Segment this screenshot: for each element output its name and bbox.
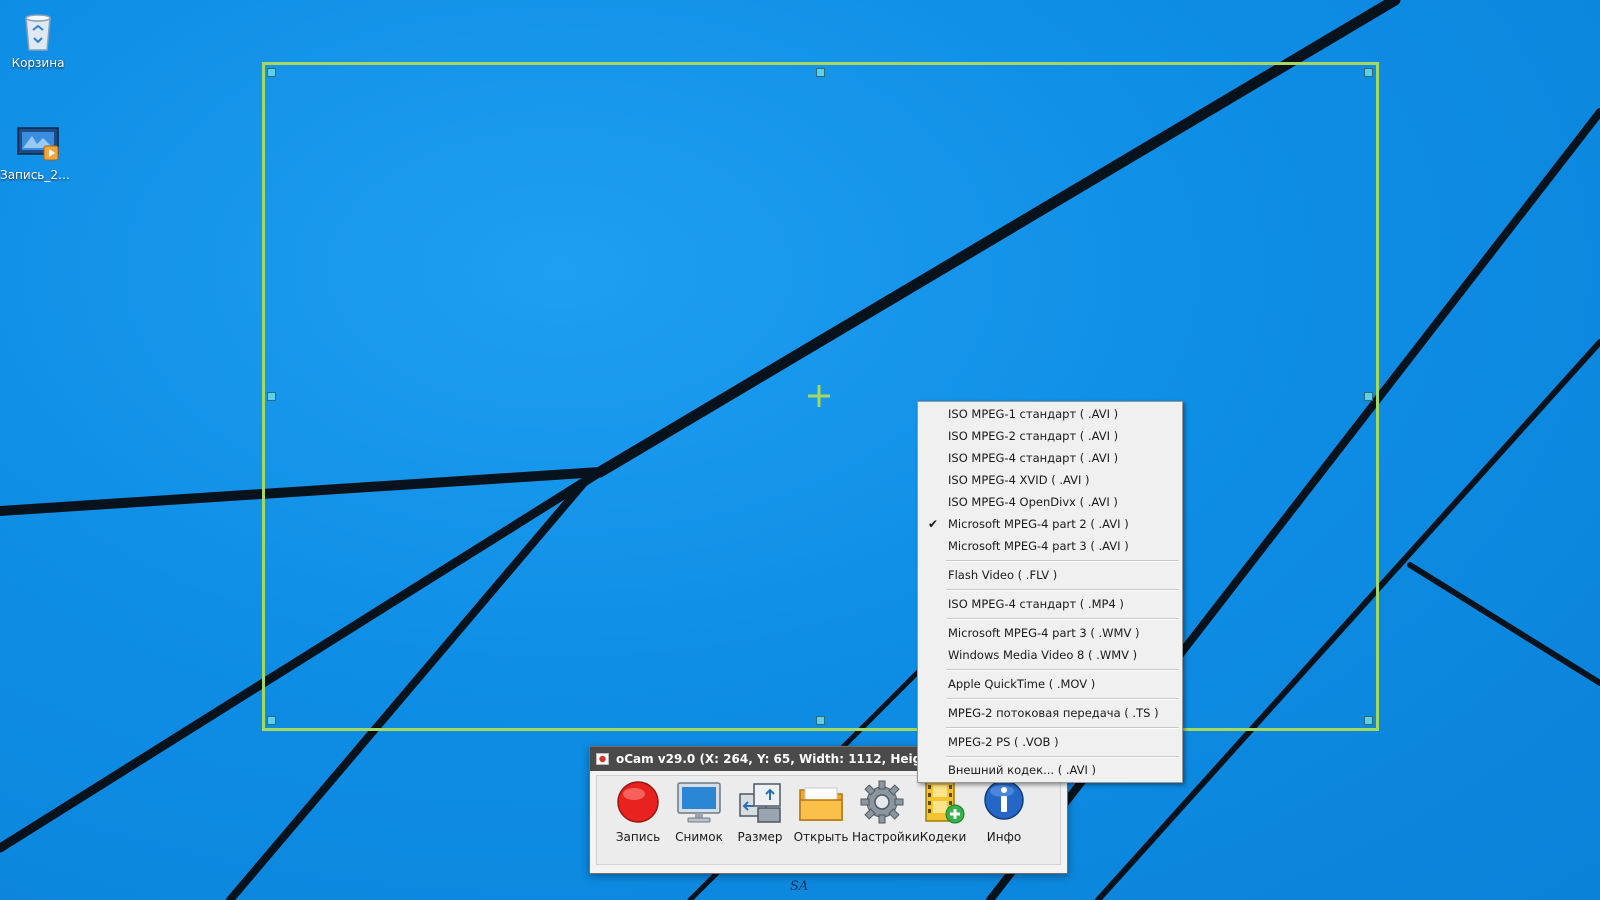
open-button[interactable]: Открыть [791, 778, 851, 862]
menu-item-label: Внешний кодек... ( .AVI ) [948, 763, 1097, 777]
menu-item-ms-mpeg4-part2-avi[interactable]: ✔ Microsoft MPEG-4 part 2 ( .AVI ) [920, 513, 1180, 535]
resize-handle-bottom-right[interactable] [1364, 716, 1373, 725]
menu-item-iso-mpeg4-opendivx-avi[interactable]: ISO MPEG-4 OpenDivx ( .AVI ) [920, 491, 1180, 513]
screenshot-monitor-icon [677, 782, 721, 823]
resize-button[interactable]: Размер [730, 778, 790, 862]
resize-handle-top-right[interactable] [1364, 68, 1373, 77]
menu-item-iso-mpeg1-avi[interactable]: ISO MPEG-1 стандарт ( .AVI ) [920, 403, 1180, 425]
info-button[interactable]: Инфо [974, 778, 1034, 862]
desktop-icon-recycle-bin[interactable]: Корзина [0, 6, 76, 70]
menu-item-label: ISO MPEG-4 XVID ( .AVI ) [948, 473, 1090, 487]
menu-separator [946, 756, 1179, 758]
ocam-app-icon [596, 753, 609, 765]
menu-item-label: ISO MPEG-4 OpenDivx ( .AVI ) [948, 495, 1118, 509]
gear-icon [860, 780, 904, 824]
desktop: Корзина Запись_20... oCam v29.0 (X: 264,… [0, 0, 1600, 900]
record-button-label: Запись [615, 830, 661, 844]
menu-item-label: ISO MPEG-2 стандарт ( .AVI ) [948, 429, 1119, 443]
resize-handle-top[interactable] [816, 68, 825, 77]
resize-handle-bottom[interactable] [816, 716, 825, 725]
menu-separator [946, 727, 1179, 729]
codecs-film-icon [925, 780, 965, 824]
record-button[interactable]: Запись [608, 778, 668, 862]
info-button-label: Инфо [986, 830, 1022, 844]
menu-item-apple-quicktime-mov[interactable]: Apple QuickTime ( .MOV ) [920, 673, 1180, 695]
menu-item-label: Windows Media Video 8 ( .WMV ) [948, 648, 1138, 662]
checkmark-icon: ✔ [928, 517, 939, 531]
settings-button[interactable]: Настройки [852, 778, 920, 862]
menu-separator [946, 589, 1179, 591]
menu-item-label: Microsoft MPEG-4 part 3 ( .AVI ) [948, 539, 1129, 553]
open-button-label: Открыть [793, 830, 849, 844]
video-file-icon [17, 127, 59, 161]
menu-item-ms-mpeg4-part3-wmv[interactable]: Microsoft MPEG-4 part 3 ( .WMV ) [920, 622, 1180, 644]
menu-item-ms-mpeg4-part3-avi[interactable]: Microsoft MPEG-4 part 3 ( .AVI ) [920, 535, 1180, 557]
resize-handle-right[interactable] [1364, 392, 1373, 401]
codecs-button-label: Кодеки [919, 830, 967, 844]
resize-handle-bottom-left[interactable] [267, 716, 276, 725]
ocam-toolbar: Запись Снимок Размер Открыть Настройки К… [596, 775, 1061, 865]
recycle-bin-icon [25, 14, 51, 51]
menu-item-mpeg2-ts[interactable]: MPEG-2 потоковая передача ( .TS ) [920, 702, 1180, 724]
folder-icon [799, 787, 843, 821]
menu-item-label: Microsoft MPEG-4 part 2 ( .AVI ) [948, 517, 1129, 531]
menu-item-flash-video-flv[interactable]: Flash Video ( .FLV ) [920, 564, 1180, 586]
menu-separator [946, 669, 1179, 671]
menu-separator [946, 698, 1179, 700]
menu-item-label: MPEG-2 PS ( .VOB ) [948, 735, 1059, 749]
menu-item-label: ISO MPEG-1 стандарт ( .AVI ) [948, 407, 1119, 421]
menu-item-iso-mpeg4-xvid-avi[interactable]: ISO MPEG-4 XVID ( .AVI ) [920, 469, 1180, 491]
menu-item-iso-mpeg2-avi[interactable]: ISO MPEG-2 стандарт ( .AVI ) [920, 425, 1180, 447]
codecs-button[interactable]: Кодеки [913, 778, 973, 862]
menu-item-label: MPEG-2 потоковая передача ( .TS ) [948, 706, 1159, 720]
desktop-icon-recording-file[interactable]: Запись_20... [0, 118, 76, 182]
recording-format-menu: ISO MPEG-1 стандарт ( .AVI ) ISO MPEG-2 … [917, 401, 1183, 783]
move-crosshair-icon[interactable] [806, 383, 832, 409]
watermark-text: SA [790, 879, 809, 894]
record-icon [617, 781, 659, 823]
menu-separator [946, 618, 1179, 620]
menu-item-label: ISO MPEG-4 стандарт ( .AVI ) [948, 451, 1119, 465]
resize-icon [739, 783, 781, 823]
screenshot-button[interactable]: Снимок [669, 778, 729, 862]
menu-item-label: Flash Video ( .FLV ) [948, 568, 1058, 582]
menu-item-iso-mpeg4-mp4[interactable]: ISO MPEG-4 стандарт ( .MP4 ) [920, 593, 1180, 615]
menu-separator [946, 560, 1179, 562]
screenshot-button-label: Снимок [675, 830, 723, 844]
resize-button-label: Размер [737, 830, 783, 844]
menu-item-label: Microsoft MPEG-4 part 3 ( .WMV ) [948, 626, 1140, 640]
desktop-icon-label: Корзина [11, 56, 65, 70]
resize-handle-top-left[interactable] [267, 68, 276, 77]
resize-handle-left[interactable] [267, 392, 276, 401]
menu-item-label: Apple QuickTime ( .MOV ) [948, 677, 1096, 691]
menu-item-iso-mpeg4-avi[interactable]: ISO MPEG-4 стандарт ( .AVI ) [920, 447, 1180, 469]
info-icon [984, 780, 1024, 820]
menu-item-mpeg2-ps-vob[interactable]: MPEG-2 PS ( .VOB ) [920, 731, 1180, 753]
menu-item-label: ISO MPEG-4 стандарт ( .MP4 ) [948, 597, 1124, 611]
settings-button-label: Настройки [852, 830, 920, 844]
menu-item-windows-media-video8-wmv[interactable]: Windows Media Video 8 ( .WMV ) [920, 644, 1180, 666]
desktop-icon-label: Запись_20... [0, 168, 76, 182]
menu-item-external-codec-avi[interactable]: Внешний кодек... ( .AVI ) [920, 759, 1180, 781]
